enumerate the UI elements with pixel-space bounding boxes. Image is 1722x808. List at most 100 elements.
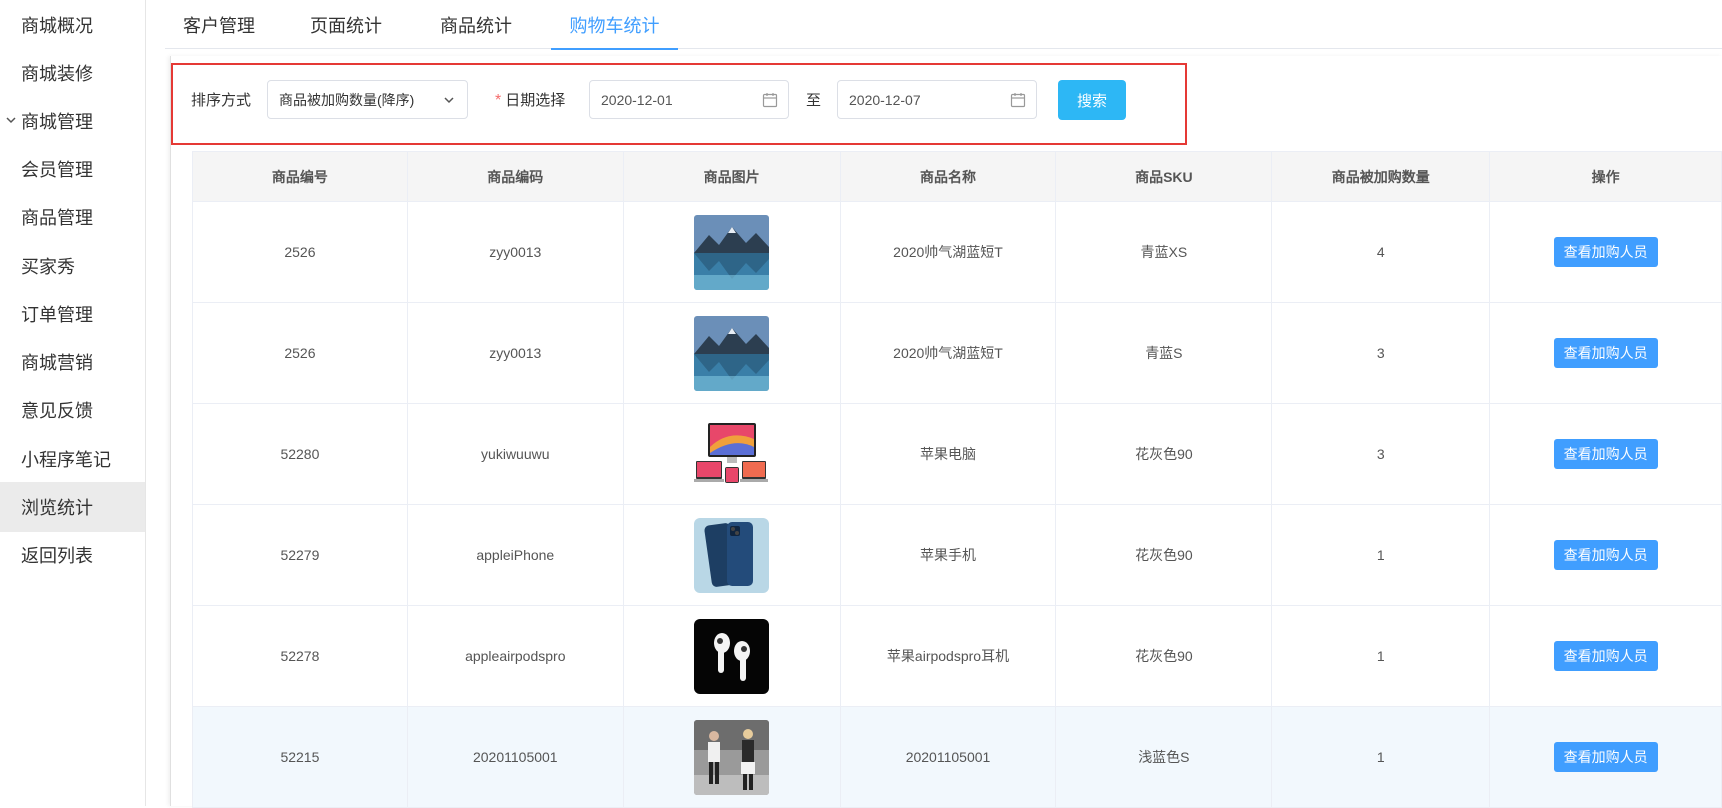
sidebar-item-label: 返回列表 xyxy=(21,546,93,566)
sidebar-item-marketing[interactable]: 商城营销 xyxy=(0,337,145,387)
fashion-photo-image xyxy=(694,719,770,795)
end-date-input[interactable]: 2020-12-07 xyxy=(837,80,1037,119)
sidebar-item-label: 会员管理 xyxy=(21,160,93,180)
tab-label: 商品统计 xyxy=(440,15,512,36)
view-cart-users-button[interactable]: 查看加购人员 xyxy=(1553,742,1658,772)
product-image-cell xyxy=(623,202,841,303)
column-header[interactable]: 商品图片 xyxy=(623,152,841,202)
column-header[interactable]: 商品编码 xyxy=(407,152,624,202)
product-id: 2526 xyxy=(193,303,408,404)
column-header[interactable]: 商品编号 xyxy=(193,152,408,202)
sidebar: 商城概况 商城装修 商城管理 会员管理 商品管理 买家秀 订单管理 商城营销 意… xyxy=(0,0,146,806)
product-code: 20201105001 xyxy=(407,707,624,808)
product-image-cell xyxy=(623,505,841,606)
sidebar-item-label: 订单管理 xyxy=(21,305,93,325)
sidebar-item-label: 浏览统计 xyxy=(21,498,93,518)
sidebar-item-label: 商城概况 xyxy=(21,16,93,36)
end-date-value: 2020-12-07 xyxy=(849,91,921,108)
product-sku: 青蓝S xyxy=(1056,303,1273,404)
sidebar-item-buyer-show[interactable]: 买家秀 xyxy=(0,241,145,291)
sort-select[interactable]: 商品被加购数量(降序) xyxy=(267,80,468,119)
date-label-text: 日期选择 xyxy=(505,92,566,109)
view-cart-users-button[interactable]: 查看加购人员 xyxy=(1553,237,1658,267)
sidebar-item-label: 买家秀 xyxy=(21,257,75,277)
tab-cart-stats[interactable]: 购物车统计 xyxy=(551,0,678,50)
cart-add-count: 3 xyxy=(1272,404,1491,505)
action-cell: 查看加购人员 xyxy=(1490,606,1722,707)
table-row: 52279 appleiPhone 苹果手机 花灰色90 1 查看加购人员 xyxy=(193,505,1722,606)
required-mark: * xyxy=(495,92,502,109)
date-label: * 日期选择 xyxy=(495,89,565,110)
sidebar-item-label: 意见反馈 xyxy=(21,401,93,421)
product-sku: 花灰色90 xyxy=(1056,404,1273,505)
product-image-cell xyxy=(623,707,841,808)
product-id: 52215 xyxy=(193,707,408,808)
product-code: yukiwuuwu xyxy=(407,404,624,505)
tab-product-stats[interactable]: 商品统计 xyxy=(422,0,530,49)
sidebar-item-orders[interactable]: 订单管理 xyxy=(0,289,145,339)
product-code: zyy0013 xyxy=(407,202,624,303)
start-date-input[interactable]: 2020-12-01 xyxy=(589,80,789,119)
chevron-down-icon xyxy=(444,97,454,104)
view-cart-users-button[interactable]: 查看加购人员 xyxy=(1553,540,1658,570)
mountain-lake-image xyxy=(694,214,770,290)
cart-add-count: 3 xyxy=(1272,303,1491,404)
product-id: 52278 xyxy=(193,606,408,707)
tab-bar: 客户管理 页面统计 商品统计 购物车统计 xyxy=(165,0,1722,50)
view-cart-users-button[interactable]: 查看加购人员 xyxy=(1553,439,1658,469)
tab-label: 页面统计 xyxy=(310,15,382,36)
calendar-icon xyxy=(1010,93,1026,108)
airpods-image xyxy=(694,618,770,694)
view-cart-users-button[interactable]: 查看加购人员 xyxy=(1553,338,1658,368)
table-header: 商品编号 商品编码 商品图片 商品名称 商品SKU 商品被加购数量 操作 xyxy=(193,152,1722,202)
sidebar-item-overview[interactable]: 商城概况 xyxy=(0,0,145,50)
cart-add-count: 1 xyxy=(1272,606,1491,707)
action-cell: 查看加购人员 xyxy=(1490,707,1722,808)
column-header[interactable]: 商品SKU xyxy=(1056,152,1273,202)
sidebar-item-members[interactable]: 会员管理 xyxy=(0,144,145,194)
cart-add-count: 1 xyxy=(1272,707,1491,808)
cart-stats-table: 商品编号 商品编码 商品图片 商品名称 商品SKU 商品被加购数量 操作 252… xyxy=(192,151,1722,808)
sidebar-item-back-to-list[interactable]: 返回列表 xyxy=(0,530,145,580)
view-cart-users-button[interactable]: 查看加购人员 xyxy=(1553,641,1658,671)
product-name: 2020帅气湖蓝短T xyxy=(840,202,1057,303)
tab-label: 购物车统计 xyxy=(569,15,660,36)
sidebar-item-mall-management[interactable]: 商城管理 xyxy=(0,96,145,146)
action-cell: 查看加购人员 xyxy=(1490,202,1722,303)
sort-select-value: 商品被加购数量(降序) xyxy=(279,91,415,108)
product-sku: 浅蓝色S xyxy=(1056,707,1273,808)
iphone-image xyxy=(694,517,770,593)
cart-add-count: 4 xyxy=(1272,202,1491,303)
column-header[interactable]: 商品名称 xyxy=(840,152,1057,202)
product-image-cell xyxy=(623,606,841,707)
product-id: 2526 xyxy=(193,202,408,303)
product-image-cell xyxy=(623,404,841,505)
action-cell: 查看加购人员 xyxy=(1490,404,1722,505)
chevron-down-icon xyxy=(6,117,16,124)
sidebar-item-label: 商城管理 xyxy=(21,112,93,132)
column-header[interactable]: 商品被加购数量 xyxy=(1272,152,1491,202)
sidebar-item-browse-stats[interactable]: 浏览统计 xyxy=(0,482,145,532)
sidebar-item-notes[interactable]: 小程序笔记 xyxy=(0,434,145,484)
product-code: appleairpodspro xyxy=(407,606,624,707)
tab-customer-management[interactable]: 客户管理 xyxy=(165,0,273,49)
sidebar-item-products[interactable]: 商品管理 xyxy=(0,192,145,242)
sidebar-item-feedback[interactable]: 意见反馈 xyxy=(0,385,145,435)
sidebar-item-label: 商品管理 xyxy=(21,208,93,228)
table-row: 52278 appleairpodspro 苹果airpodspro耳机 花灰色… xyxy=(193,606,1722,707)
product-code: appleiPhone xyxy=(407,505,624,606)
mountain-lake-image xyxy=(694,315,770,391)
search-button[interactable]: 搜索 xyxy=(1058,80,1126,120)
action-cell: 查看加购人员 xyxy=(1490,303,1722,404)
sidebar-item-label: 商城营销 xyxy=(21,353,93,373)
table-row: 52215 20201105001 20201105001 浅蓝色S 1 查看加… xyxy=(193,707,1722,808)
table-row: 2526 zyy0013 2020帅气湖蓝短T 青蓝S 3 查看加购人员 xyxy=(193,303,1722,404)
product-name: 苹果电脑 xyxy=(840,404,1057,505)
tab-page-stats[interactable]: 页面统计 xyxy=(292,0,400,49)
sidebar-item-decoration[interactable]: 商城装修 xyxy=(0,48,145,98)
product-sku: 花灰色90 xyxy=(1056,606,1273,707)
product-code: zyy0013 xyxy=(407,303,624,404)
action-cell: 查看加购人员 xyxy=(1490,505,1722,606)
product-name: 苹果airpodspro耳机 xyxy=(840,606,1057,707)
column-header[interactable]: 操作 xyxy=(1490,152,1722,202)
